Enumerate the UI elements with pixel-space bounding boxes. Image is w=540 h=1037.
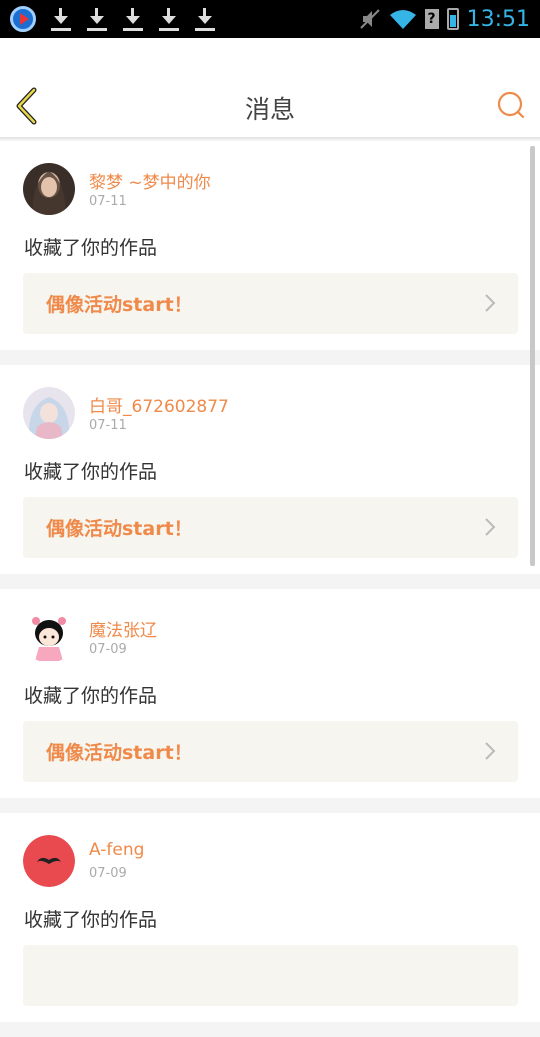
avatar[interactable] (23, 611, 75, 663)
work-link[interactable]: 偶像活动start！ (23, 497, 518, 558)
work-title: 偶像活动start！ (46, 742, 193, 764)
chevron-right-icon (485, 294, 496, 312)
work-link[interactable]: 偶像活动start！ (23, 721, 518, 782)
no-sim-icon: ? (424, 9, 439, 29)
mute-icon (359, 9, 380, 29)
status-bar: ? 13:51 (0, 0, 540, 38)
avatar[interactable] (23, 163, 75, 215)
message-card[interactable]: 魔法张辽 07-09 收藏了你的作品 偶像活动start！ (0, 589, 540, 798)
action-text: 收藏了你的作品 (24, 909, 158, 931)
message-list: 黎梦 ~梦中的你 07-11 收藏了你的作品 偶像活动start！ 白哥_672… (0, 141, 540, 1037)
work-title: 偶像活动start！ (46, 518, 193, 540)
wifi-icon (389, 10, 416, 29)
download-icon (50, 6, 72, 32)
scrollbar[interactable] (530, 146, 535, 566)
work-title: 偶像活动start！ (46, 294, 193, 316)
username[interactable]: 白哥_672602877 (89, 392, 229, 417)
work-link[interactable] (23, 945, 518, 1006)
download-icon (194, 6, 216, 32)
clock: 13:51 (466, 6, 530, 32)
action-text: 收藏了你的作品 (24, 685, 158, 707)
message-date: 07-09 (89, 866, 127, 881)
work-link[interactable]: 偶像活动start！ (23, 273, 518, 334)
avatar[interactable] (23, 835, 75, 887)
page-title: 消息 (244, 95, 295, 124)
message-card[interactable]: 白哥_672602877 07-11 收藏了你的作品 偶像活动start！ (0, 365, 540, 574)
action-text: 收藏了你的作品 (24, 461, 158, 483)
username[interactable]: 魔法张辽 (89, 616, 157, 641)
battery-charging-icon (446, 8, 459, 30)
download-icon (158, 6, 180, 32)
message-date: 07-09 (89, 642, 127, 657)
message-card[interactable]: A-feng 07-09 收藏了你的作品 (0, 813, 540, 1022)
download-icon (122, 6, 144, 32)
action-text: 收藏了你的作品 (24, 237, 158, 259)
username[interactable]: A-feng (89, 840, 144, 860)
message-date: 07-11 (89, 418, 127, 433)
chevron-right-icon (485, 742, 496, 760)
avatar[interactable] (23, 387, 75, 439)
download-icon (86, 6, 108, 32)
search-icon[interactable] (496, 90, 526, 120)
username[interactable]: 黎梦 ~梦中的你 (89, 168, 211, 193)
top-bar: 消息 (0, 38, 540, 139)
app-icon (10, 6, 36, 32)
chevron-right-icon (485, 518, 496, 536)
message-date: 07-11 (89, 194, 127, 209)
message-card[interactable]: 黎梦 ~梦中的你 07-11 收藏了你的作品 偶像活动start！ (0, 141, 540, 350)
